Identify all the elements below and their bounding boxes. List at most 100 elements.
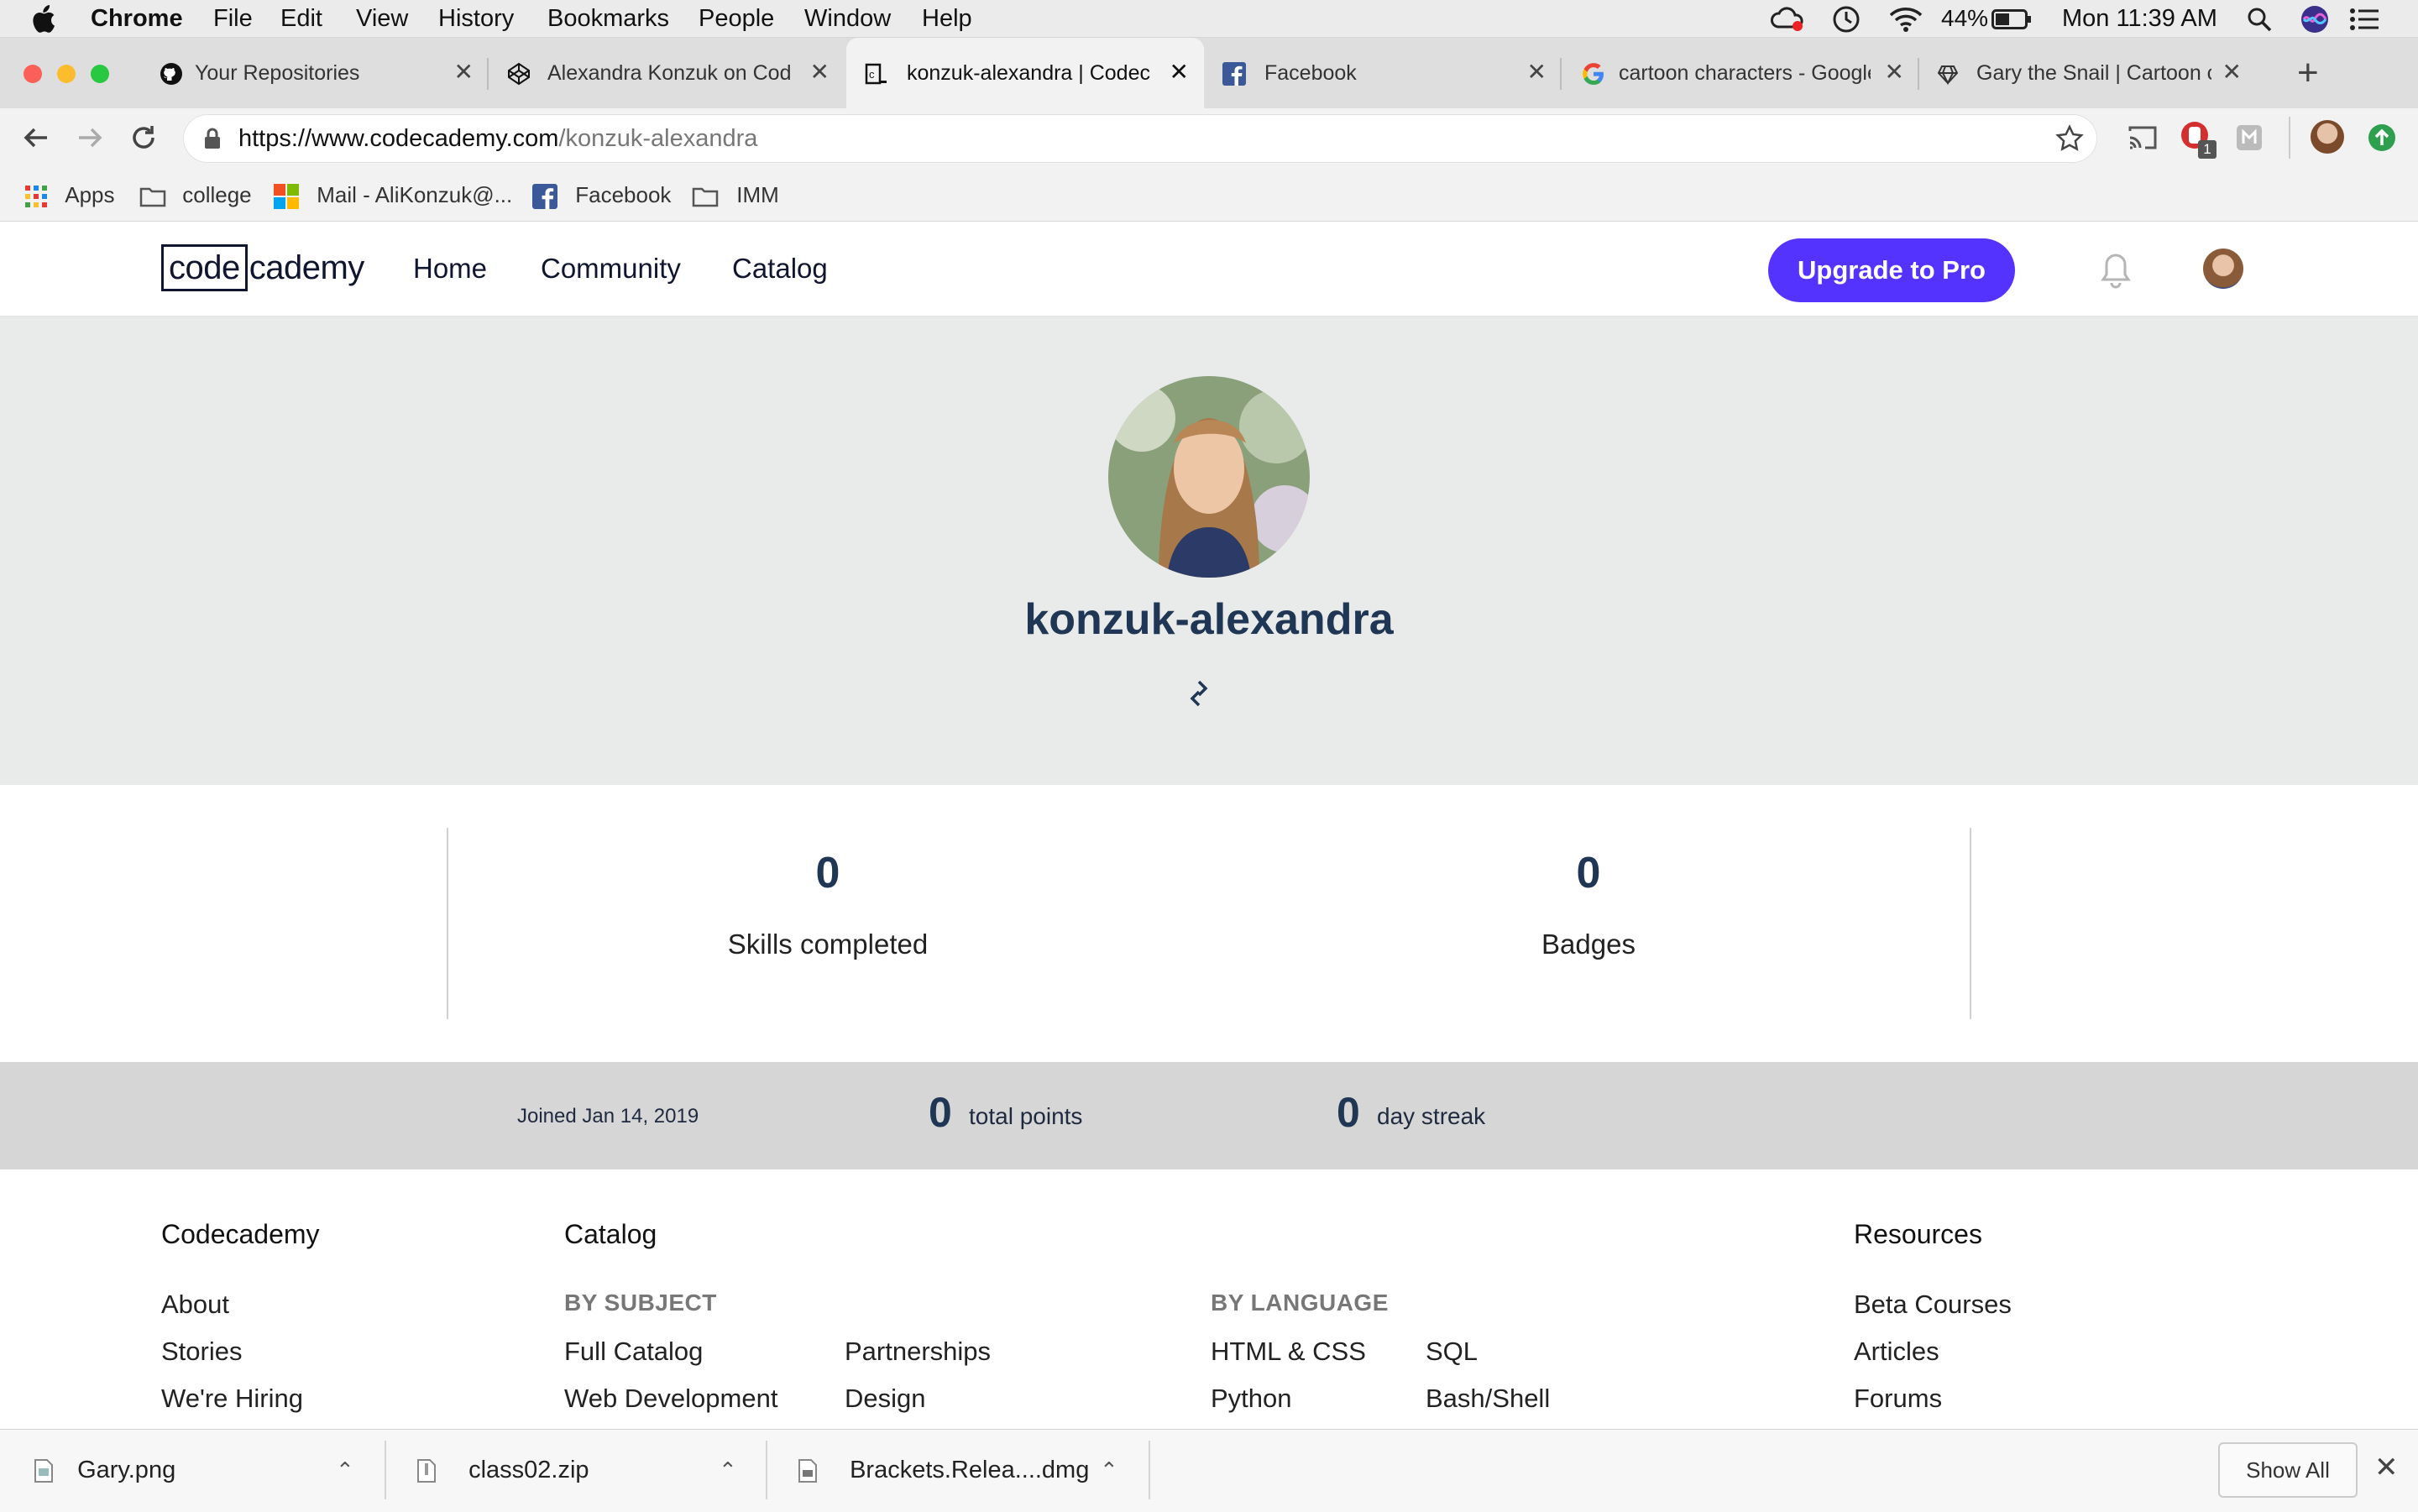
url-text[interactable]: https://www.codecademy.com/konzuk-alexan…	[238, 114, 757, 163]
footer-link-hiring[interactable]: We're Hiring	[161, 1384, 303, 1414]
footer-link-design[interactable]: Design	[845, 1384, 926, 1414]
tab-close-icon[interactable]: ✕	[810, 60, 830, 85]
footer-link-sql[interactable]: SQL	[1426, 1337, 1478, 1367]
download-separator	[766, 1441, 767, 1499]
battery-icon[interactable]	[1991, 0, 2032, 37]
menu-edit[interactable]: Edit	[280, 0, 322, 37]
window-minimize-button[interactable]	[57, 65, 76, 83]
codecademy-logo[interactable]: code cademy	[161, 244, 364, 291]
bookmark-imm[interactable]: IMM	[692, 169, 779, 221]
show-all-button[interactable]: Show All	[2218, 1442, 2358, 1498]
footer-link-web-development[interactable]: Web Development	[564, 1384, 777, 1414]
nav-community[interactable]: Community	[541, 222, 681, 316]
time-machine-icon[interactable]	[1830, 0, 1862, 37]
nav-catalog[interactable]: Catalog	[732, 222, 828, 316]
close-downloads-icon[interactable]: ✕	[2374, 1451, 2399, 1484]
extension-puzzle-icon[interactable]	[2235, 123, 2264, 156]
menu-history[interactable]: History	[438, 0, 514, 37]
menu-window[interactable]: Window	[804, 0, 891, 37]
footer-link-stories[interactable]: Stories	[161, 1337, 242, 1367]
tab-title: cartoon characters - Google Search	[1619, 61, 1871, 85]
bookmark-label: college	[182, 182, 252, 207]
footer-link-python[interactable]: Python	[1211, 1384, 1292, 1414]
tab-your-repositories[interactable]: Your Repositories ✕	[118, 38, 489, 108]
siri-icon[interactable]	[2300, 0, 2329, 37]
bookmark-facebook[interactable]: Facebook	[532, 169, 671, 221]
macos-menu-bar: Chrome File Edit View History Bookmarks …	[0, 0, 2418, 38]
wifi-icon[interactable]	[1889, 0, 1923, 37]
share-link-icon[interactable]	[1184, 678, 1214, 713]
tab-close-icon[interactable]: ✕	[2222, 60, 2242, 85]
google-icon	[1583, 63, 1604, 86]
extension-badge: 1	[2198, 140, 2216, 159]
footer-by-subject: BY SUBJECT	[564, 1290, 717, 1316]
points-count: 0	[929, 1089, 952, 1136]
streak-label: day streak	[1377, 1103, 1486, 1129]
facebook-icon	[1222, 62, 1246, 86]
bookmark-mail[interactable]: Mail - AliKonzuk@...	[274, 169, 512, 221]
svg-text:c: c	[869, 68, 875, 81]
window-close-button[interactable]	[24, 65, 42, 83]
tab-close-icon[interactable]: ✕	[1527, 60, 1547, 85]
bookmark-college[interactable]: college	[139, 169, 252, 221]
menu-bookmarks[interactable]: Bookmarks	[547, 0, 669, 37]
new-tab-plus-icon[interactable]: +	[2297, 53, 2319, 93]
update-arrow-icon[interactable]	[2368, 123, 2396, 156]
tab-codecademy-profile[interactable]: c konzuk-alexandra | Codecademy ✕	[846, 38, 1204, 108]
download-separator	[1149, 1441, 1150, 1499]
chrome-profile-avatar[interactable]	[2311, 120, 2344, 154]
footer-link-bash-shell[interactable]: Bash/Shell	[1426, 1384, 1550, 1414]
bookmark-star-icon[interactable]	[2055, 124, 2084, 157]
nav-home[interactable]: Home	[413, 222, 487, 316]
badges-label: Badges	[1541, 929, 1636, 960]
menu-people[interactable]: People	[699, 0, 774, 37]
cast-icon[interactable]	[2128, 123, 2158, 156]
download-item-gary[interactable]: Gary.png ⌃	[34, 1429, 361, 1511]
tab-codepen[interactable]: Alexandra Konzuk on CodePen ✕	[489, 38, 845, 108]
tab-close-icon[interactable]: ✕	[1885, 60, 1904, 85]
menu-clock[interactable]: Mon 11:39 AM	[2062, 0, 2217, 37]
tab-title: Alexandra Konzuk on CodePen	[547, 61, 791, 85]
bookmark-apps[interactable]: Apps	[25, 169, 115, 221]
footer-link-beta-courses[interactable]: Beta Courses	[1854, 1290, 2012, 1320]
menu-view[interactable]: View	[356, 0, 408, 37]
notification-bell-icon[interactable]	[2101, 252, 2131, 293]
tab-close-icon[interactable]: ✕	[454, 60, 474, 85]
footer-by-language: BY LANGUAGE	[1211, 1290, 1389, 1316]
address-bar[interactable]: https://www.codecademy.com/konzuk-alexan…	[183, 114, 2097, 163]
apple-menu-icon[interactable]	[32, 0, 55, 37]
tab-facebook[interactable]: Facebook ✕	[1206, 38, 1562, 108]
footer-link-full-catalog[interactable]: Full Catalog	[564, 1337, 703, 1367]
chevron-up-icon[interactable]: ⌃	[336, 1429, 354, 1511]
upgrade-to-pro-button[interactable]: Upgrade to Pro	[1768, 238, 2015, 302]
user-avatar[interactable]	[2203, 249, 2243, 289]
zip-file-icon	[417, 1459, 436, 1483]
tab-gary-the-snail[interactable]: Gary the Snail | Cartoon characters ✕	[1921, 38, 2257, 108]
tab-close-icon[interactable]: ✕	[1170, 60, 1189, 85]
tab-google-search[interactable]: cartoon characters - Google Search ✕	[1563, 38, 1919, 108]
lock-icon[interactable]	[203, 127, 222, 154]
forward-arrow-icon[interactable]	[76, 123, 104, 156]
footer-link-articles[interactable]: Articles	[1854, 1337, 1939, 1367]
menu-help[interactable]: Help	[922, 0, 972, 37]
folder-icon	[692, 187, 719, 207]
chevron-up-icon[interactable]: ⌃	[1100, 1429, 1118, 1511]
footer-link-html-css[interactable]: HTML & CSS	[1211, 1337, 1366, 1367]
menu-file[interactable]: File	[213, 0, 253, 37]
footer-link-about[interactable]: About	[161, 1290, 229, 1320]
notification-center-icon[interactable]	[2349, 0, 2379, 37]
reload-icon[interactable]	[129, 123, 158, 156]
profile-username: konzuk-alexandra	[1024, 595, 1394, 644]
download-item-class02[interactable]: class02.zip ⌃	[416, 1429, 744, 1511]
back-arrow-icon[interactable]	[22, 123, 50, 156]
menu-app-name[interactable]: Chrome	[91, 0, 183, 37]
spotlight-search-icon[interactable]	[2247, 0, 2272, 37]
window-zoom-button[interactable]	[91, 65, 109, 83]
chevron-up-icon[interactable]: ⌃	[719, 1429, 737, 1511]
creative-cloud-icon[interactable]	[1770, 0, 1805, 37]
tab-strip: Your Repositories ✕ Alexandra Konzuk on …	[0, 38, 2418, 108]
footer-link-forums[interactable]: Forums	[1854, 1384, 1942, 1414]
bookmark-label: Apps	[65, 182, 115, 207]
footer-link-partnerships[interactable]: Partnerships	[845, 1337, 991, 1367]
download-item-brackets[interactable]: Brackets.Relea....dmg ⌃	[798, 1429, 1125, 1511]
